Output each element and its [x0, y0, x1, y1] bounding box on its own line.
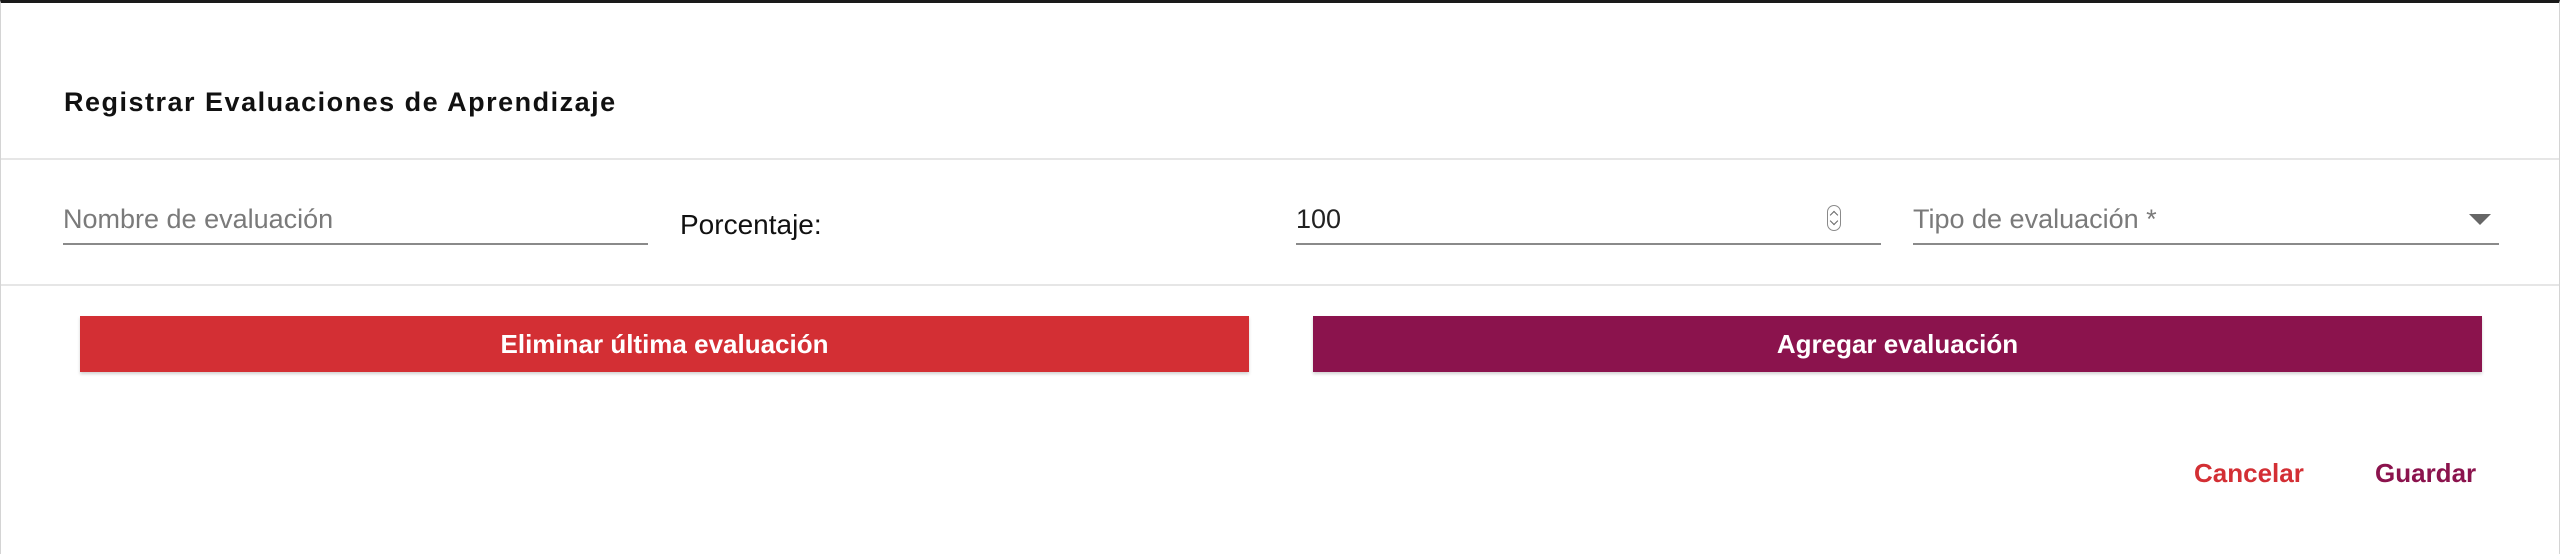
number-spinner-icon[interactable]	[1827, 205, 1841, 231]
header-divider	[1, 158, 2559, 160]
evaluation-name-field	[63, 187, 648, 245]
add-evaluation-button[interactable]: Agregar evaluación	[1313, 316, 2482, 372]
evaluation-type-input[interactable]	[1913, 204, 2499, 235]
evaluation-type-select[interactable]	[1913, 187, 2499, 245]
delete-last-evaluation-button[interactable]: Eliminar última evaluación	[80, 316, 1249, 372]
dropdown-arrow-icon[interactable]	[2469, 214, 2491, 225]
percentage-field	[1296, 187, 1881, 245]
dialog-title: Registrar Evaluaciones de Aprendizaje	[64, 87, 617, 117]
form-divider	[1, 284, 2559, 286]
save-button[interactable]: Guardar	[2375, 458, 2476, 489]
cancel-button[interactable]: Cancelar	[2194, 458, 2304, 489]
evaluation-name-input[interactable]	[63, 204, 648, 235]
percentage-input[interactable]	[1296, 204, 1881, 235]
percentage-label: Porcentaje:	[680, 209, 822, 240]
register-evaluations-dialog: Registrar Evaluaciones de Aprendizaje Po…	[0, 0, 2560, 554]
